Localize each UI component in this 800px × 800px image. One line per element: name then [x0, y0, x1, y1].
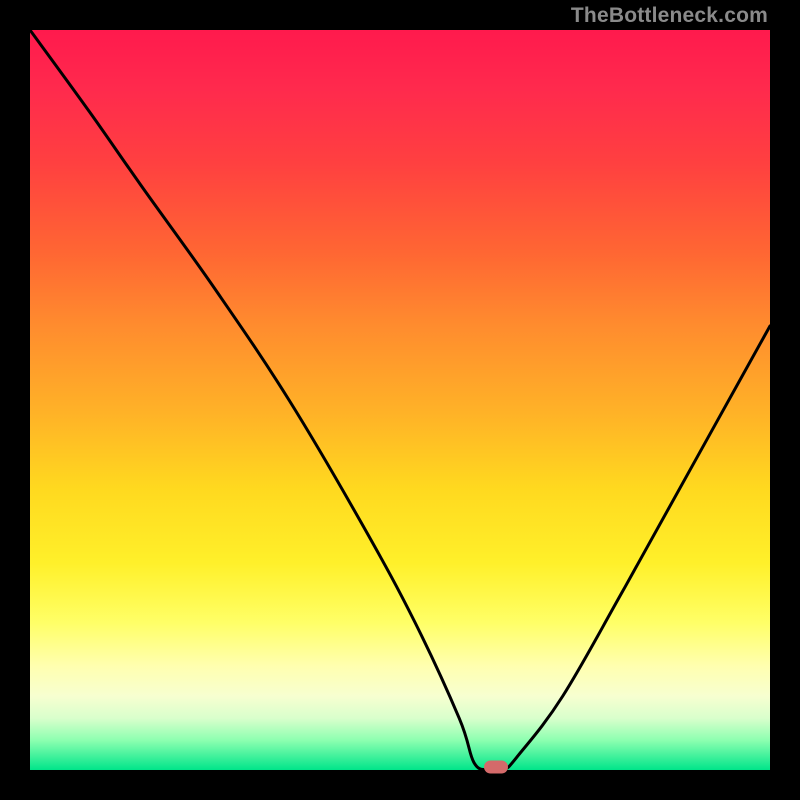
bottleneck-curve	[30, 30, 770, 770]
watermark-text: TheBottleneck.com	[571, 4, 768, 28]
chart-frame: TheBottleneck.com	[0, 0, 800, 800]
optimal-point-marker	[484, 761, 508, 774]
curve-path	[30, 30, 770, 772]
plot-area	[30, 30, 770, 770]
